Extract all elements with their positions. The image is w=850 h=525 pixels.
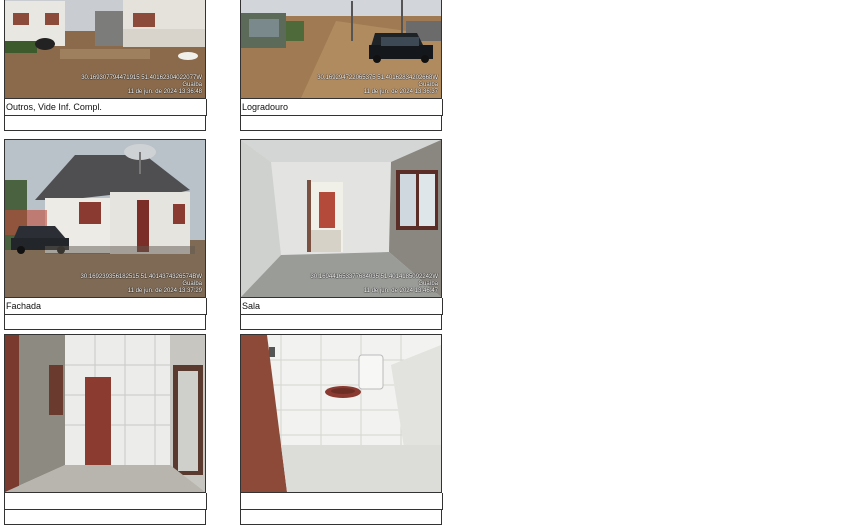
caption-note-field — [240, 510, 442, 525]
photo-timestamp: 30.169441653377684035 51.4014185092242W … — [310, 274, 438, 294]
property-photo: 30.169307794471915 51.40162304022077W Gu… — [4, 0, 206, 99]
caption-note-field — [4, 315, 206, 330]
property-photo: 30.169294722065375 51.40162834202668W Gu… — [240, 0, 442, 99]
caption-note-field — [4, 510, 206, 525]
photo-card — [240, 334, 443, 525]
hallway-image — [5, 335, 205, 492]
photo-card: 30.169307794471915 51.40162304022077W Gu… — [4, 0, 207, 131]
photo-timestamp: 30.169294722065375 51.40162834202668W Gu… — [317, 75, 438, 95]
property-photo: 30.169441653377684035 51.4014185092242W … — [240, 139, 442, 298]
caption-note-field — [240, 116, 442, 131]
photo-timestamp: 30.169239356182515 51.4014374326574BW Gu… — [80, 274, 202, 294]
photo-caption: Outros, Vide Inf. Compl. — [4, 99, 207, 116]
photo-card — [4, 334, 207, 525]
photo-caption: Sala — [240, 298, 443, 315]
photo-card: 30.169294722065375 51.40162834202668W Gu… — [240, 0, 443, 131]
bathroom-image — [241, 335, 441, 492]
photo-timestamp: 30.169307794471915 51.40162304022077W Gu… — [81, 75, 202, 95]
property-photo: 30.169239356182515 51.4014374326574BW Gu… — [4, 139, 206, 298]
property-photo — [240, 334, 442, 493]
photo-card: 30.169441653377684035 51.4014185092242W … — [240, 139, 443, 330]
photo-caption: Logradouro — [240, 99, 443, 116]
photo-caption: Fachada — [4, 298, 207, 315]
photo-caption — [240, 493, 443, 510]
photo-card: 30.169239356182515 51.4014374326574BW Gu… — [4, 139, 207, 330]
caption-note-field — [4, 116, 206, 131]
caption-note-field — [240, 315, 442, 330]
property-photo — [4, 334, 206, 493]
photo-caption — [4, 493, 207, 510]
